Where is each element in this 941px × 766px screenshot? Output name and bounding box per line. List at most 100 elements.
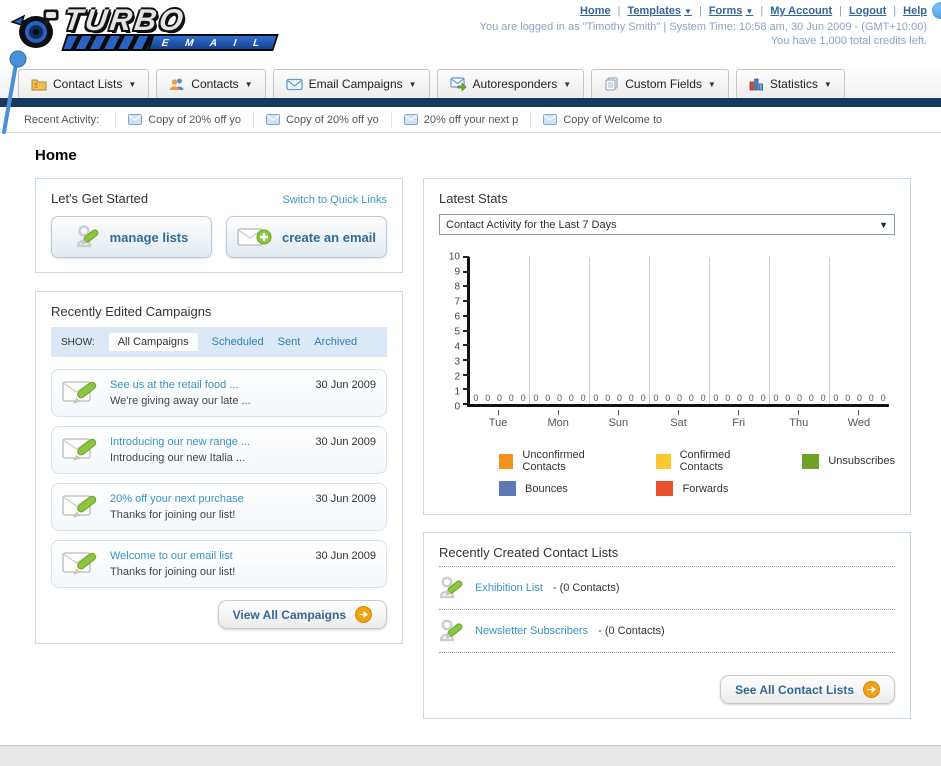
filter-sent[interactable]: Sent — [278, 336, 301, 348]
custom-fields-icon — [605, 77, 618, 91]
value-labels-row: 00000 — [830, 393, 889, 403]
see-all-contact-lists-button[interactable]: See All Contact Lists — [720, 675, 895, 704]
contact-list-edit-icon — [439, 619, 463, 642]
campaign-row[interactable]: Welcome to our email list Thanks for joi… — [51, 540, 387, 588]
y-axis-tick-mark — [463, 403, 469, 405]
y-axis-tick-label: 10 — [448, 251, 460, 263]
chart-legend: Unconfirmed Contacts Confirmed Contacts Un… — [499, 449, 895, 496]
data-value-label: 0 — [713, 393, 719, 403]
nav-link-forms[interactable]: Forms ▼ — [709, 5, 754, 17]
legend-item: Confirmed Contacts — [656, 449, 760, 473]
tab-label: Autoresponders — [472, 77, 558, 91]
campaign-texts: 20% off your next purchase Thanks for jo… — [110, 491, 305, 523]
filter-archived[interactable]: Archived — [314, 336, 357, 348]
campaign-title-link[interactable]: Welcome to our email list — [110, 550, 305, 562]
contact-activity-chart: 10 9 8 7 6 5 4 3 2 1 0 000000000000000000000000000… — [439, 252, 895, 413]
data-value-label: 0 — [605, 393, 611, 403]
tab-custom-fields[interactable]: Custom Fields ▼ — [591, 69, 729, 98]
right-column: Latest Stats Contact Activity for the La… — [423, 178, 911, 719]
contact-list-name-link[interactable]: Newsletter Subscribers — [475, 625, 588, 637]
campaign-title-link[interactable]: 20% off your next purchase — [110, 493, 305, 505]
legend-swatch — [656, 481, 674, 496]
campaign-edit-icon — [62, 381, 97, 404]
recent-activity-item[interactable]: 20% off your next p — [390, 111, 531, 128]
campaign-subtitle: Thanks for joining our list! — [110, 509, 236, 521]
data-value-label: 0 — [496, 393, 502, 403]
tab-statistics[interactable]: Statistics ▼ — [735, 69, 845, 98]
chevron-down-icon: ▼ — [823, 79, 832, 89]
value-labels-row: 00000 — [530, 393, 589, 403]
data-value-label: 0 — [653, 393, 659, 403]
legend-swatch — [656, 453, 671, 469]
data-value-label: 0 — [593, 393, 599, 403]
recent-activity-bar: Recent Activity: Copy of 20% off yo Copy… — [0, 107, 941, 133]
y-axis-tick-mark — [463, 344, 469, 347]
nav-separator: | — [698, 5, 702, 17]
data-value-label: 0 — [485, 393, 491, 403]
campaign-subtitle: Thanks for joining our list! — [110, 566, 236, 578]
contact-list-row[interactable]: Exhibition List - (0 Contacts) — [439, 569, 895, 607]
tab-contact-lists[interactable]: Contact Lists ▼ — [18, 69, 150, 98]
turbo-logo-icon — [10, 9, 59, 48]
chart-groups: 00000000000000000000000000000000000 — [470, 257, 889, 404]
login-info: You are logged in as "Timothy Smith" | S… — [479, 21, 927, 33]
stats-period-select[interactable]: Contact Activity for the Last 7 Days ▼ — [439, 214, 895, 235]
contact-list-count: - (0 Contacts) — [552, 582, 620, 594]
data-value-label: 0 — [796, 393, 802, 403]
latest-stats-panel: Latest Stats Contact Activity for the La… — [423, 178, 911, 515]
campaign-filter-bar: SHOW: All Campaigns Scheduled Sent Archi… — [51, 327, 387, 357]
y-axis-tick-label: 8 — [454, 281, 460, 293]
filter-all-campaigns[interactable]: All Campaigns — [108, 333, 198, 351]
x-axis-tick-label: Sat — [648, 410, 708, 429]
envelope-icon — [265, 114, 280, 125]
manage-lists-button[interactable]: manage lists — [51, 216, 212, 258]
recent-activity-item[interactable]: Copy of 20% off yo — [252, 111, 391, 128]
campaign-row[interactable]: 20% off your next purchase Thanks for jo… — [51, 483, 387, 531]
filter-scheduled[interactable]: Scheduled — [212, 336, 264, 348]
recent-activity-item[interactable]: Copy of 20% off yo — [115, 111, 253, 128]
tab-contacts[interactable]: Contacts ▼ — [156, 69, 266, 98]
y-axis-tick-mark — [463, 358, 469, 361]
data-value-label: 0 — [760, 393, 766, 403]
campaign-row[interactable]: Introducing our new range ... Introducin… — [51, 426, 387, 474]
nav-link-help[interactable]: Help — [903, 5, 927, 17]
chevron-down-icon: ▼ — [408, 79, 417, 89]
tab-autoresponders[interactable]: Autoresponders ▼ — [436, 69, 585, 98]
legend-swatch — [499, 453, 514, 469]
nav-link-templates[interactable]: Templates ▼ — [627, 5, 692, 17]
data-value-label: 0 — [580, 393, 586, 403]
recent-activity-item[interactable]: Copy of Welcome to — [530, 111, 674, 128]
y-axis-tick-label: 6 — [454, 311, 460, 323]
nav-link-my-account[interactable]: My Account — [770, 5, 832, 17]
contact-list-row[interactable]: Newsletter Subscribers - (0 Contacts) — [439, 612, 895, 650]
x-axis-tick-label: Tue — [468, 410, 528, 429]
arrow-circle-icon — [355, 606, 372, 623]
contact-list-name-link[interactable]: Exhibition List — [475, 582, 543, 594]
data-value-label: 0 — [568, 393, 574, 403]
campaign-subtitle: Introducing our new Italia ... — [110, 452, 246, 464]
get-started-panel: Let's Get Started Switch to Quick Links … — [35, 178, 403, 273]
nav-link-logout[interactable]: Logout — [849, 5, 886, 17]
recent-activity-label: Recent Activity: — [24, 113, 100, 126]
dotted-divider — [439, 652, 895, 653]
statistics-icon — [749, 78, 763, 91]
nav-link-home[interactable]: Home — [580, 5, 611, 17]
campaign-row[interactable]: See us at the retail food ... We're givi… — [51, 369, 387, 417]
chart-x-axis: Tue Mon Sun Sat Fri Thu Wed — [468, 410, 895, 429]
left-column: Let's Get Started Switch to Quick Links … — [35, 178, 403, 644]
app-logo[interactable]: TURBO E M A I L — [10, 4, 280, 54]
y-axis-tick-label: 0 — [454, 401, 460, 413]
y-axis-tick-mark — [463, 373, 469, 376]
data-value-label: 0 — [520, 393, 526, 403]
create-email-button[interactable]: create an email — [226, 216, 387, 258]
campaign-title-link[interactable]: See us at the retail food ... — [110, 379, 305, 391]
campaign-texts: Introducing our new range ... Introducin… — [110, 434, 305, 466]
chart-day-group: 00000 — [589, 257, 649, 404]
view-all-campaigns-button[interactable]: View All Campaigns — [217, 600, 387, 629]
data-value-label: 0 — [616, 393, 622, 403]
switch-to-quick-links-link[interactable]: Switch to Quick Links — [282, 194, 387, 206]
x-axis-tick-label: Fri — [709, 410, 769, 429]
legend-item: Unconfirmed Contacts — [499, 449, 614, 473]
tab-email-campaigns[interactable]: Email Campaigns ▼ — [272, 69, 430, 98]
campaign-title-link[interactable]: Introducing our new range ... — [110, 436, 305, 448]
